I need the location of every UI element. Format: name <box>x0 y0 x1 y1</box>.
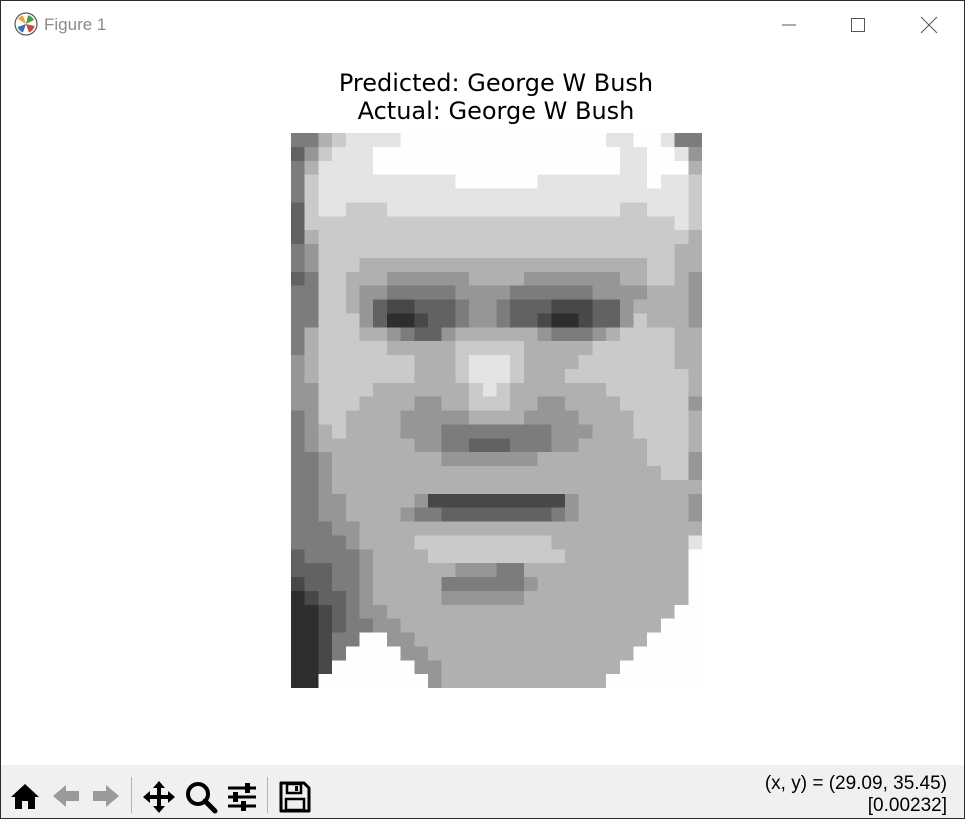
pan-button[interactable] <box>139 777 177 815</box>
coords-xy: (x, y) = (29.09, 35.45) <box>764 773 947 794</box>
forward-icon <box>93 785 119 807</box>
cursor-coordinates: (x, y) = (29.09, 35.45) [0.00232] <box>765 773 947 817</box>
zoom-button[interactable] <box>181 777 219 815</box>
home-button[interactable] <box>6 777 44 815</box>
title-bar[interactable]: Figure 1 <box>1 1 964 49</box>
matplotlib-logo-icon <box>14 12 38 36</box>
plot-title-actual: Actual: George W Bush <box>357 97 635 125</box>
back-icon <box>53 785 79 807</box>
close-icon <box>920 16 938 34</box>
home-icon <box>11 784 39 809</box>
close-button[interactable] <box>894 1 964 49</box>
figure-window: Figure 1 Predicted: George W Bush Actual… <box>0 0 965 819</box>
configure-subplots-button[interactable] <box>222 777 260 815</box>
face-image[interactable] <box>291 133 702 688</box>
forward-button[interactable] <box>87 777 125 815</box>
navigation-toolbar: (x, y) = (29.09, 35.45) [0.00232] <box>1 765 964 818</box>
back-button[interactable] <box>47 777 85 815</box>
zoom-icon <box>186 782 218 814</box>
toolbar-separator <box>267 777 268 813</box>
minimize-button[interactable] <box>754 1 824 49</box>
window-title: Figure 1 <box>44 15 107 34</box>
plot-title-predicted: Predicted: George W Bush <box>338 69 654 97</box>
save-icon <box>279 781 311 813</box>
minimize-icon <box>782 24 796 26</box>
configure-subplots-icon <box>228 783 256 811</box>
coords-value: [0.00232] <box>867 795 947 816</box>
figure-canvas[interactable]: Predicted: George W Bush Actual: George … <box>1 49 964 765</box>
pan-icon <box>143 781 175 813</box>
maximize-button[interactable] <box>823 1 893 49</box>
maximize-icon <box>851 18 865 32</box>
save-button[interactable] <box>275 777 313 815</box>
toolbar-separator <box>131 777 132 813</box>
